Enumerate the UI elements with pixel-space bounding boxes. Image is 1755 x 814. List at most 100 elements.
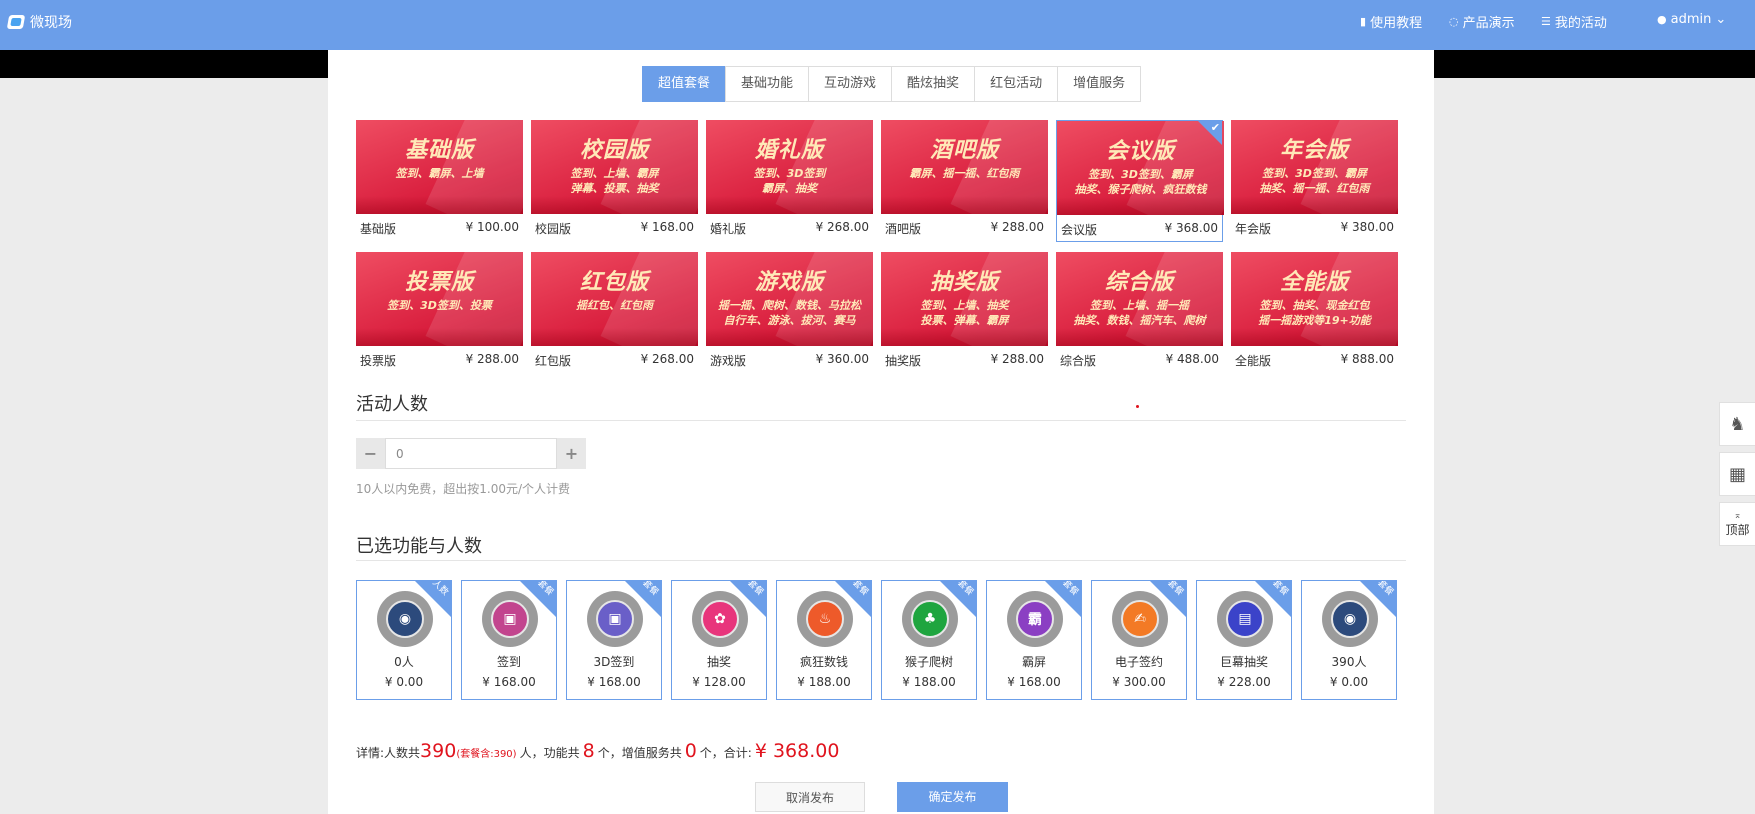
package-banner-subtitle: 霸屏、摇一摇、红包雨 [909, 167, 1020, 180]
feature-price: ¥ 168.00 [1007, 675, 1061, 689]
selected-feature-card[interactable]: 套餐 ▣ 3D签到 ¥ 168.00 [566, 580, 662, 700]
package-banner: 综合版 签到、上墙、摇一摇 抽奖、数钱、摇汽车、爬树 [1056, 252, 1223, 346]
package-name: 投票版 [360, 354, 397, 368]
package-card[interactable]: 游戏版 摇一摇、爬树、数钱、马拉松 自行车、游泳、拔河、赛马 游戏版 ¥ 360.00 [706, 252, 873, 374]
package-card[interactable]: 红包版 摇红包、红包雨 红包版 ¥ 268.00 [531, 252, 698, 374]
package-card[interactable]: 会议版 签到、3D签到、霸屏 抽奖、猴子爬树、疯狂数钱 会议版 ¥ 368.00 ✔ [1056, 120, 1224, 242]
feature-icon-glyph: ♨ [806, 600, 844, 638]
nav-my-activities-label: 我的活动 [1554, 16, 1607, 31]
package-card[interactable]: 年会版 签到、3D签到、霸屏 抽奖、摇一摇、红包雨 年会版 ¥ 380.00 [1231, 120, 1398, 242]
selected-feature-card[interactable]: 套餐 ◉ 390人 ¥ 0.00 [1301, 580, 1397, 700]
brand-name: 微现场 [30, 15, 72, 31]
package-banner-title: 综合版 [1104, 270, 1174, 295]
feature-price: ¥ 0.00 [384, 675, 424, 689]
selected-feature-card[interactable]: 套餐 ▤ 巨幕抽奖 ¥ 228.00 [1196, 580, 1292, 700]
summary-prefix: 详情:人数共 [356, 746, 421, 760]
selected-feature-card[interactable]: 套餐霸霸屏 ¥ 168.00 [986, 580, 1082, 700]
package-price: ¥ 168.00 [640, 220, 694, 234]
back-to-top-button[interactable]: ⌅ 顶部 [1719, 502, 1755, 546]
feature-icon-glyph: ♣ [911, 600, 949, 638]
tab-2[interactable]: 互动游戏 [808, 66, 893, 102]
package-banner: 抽奖版 签到、上墙、抽奖 投票、弹幕、霸屏 [881, 252, 1048, 346]
package-card[interactable]: 综合版 签到、上墙、摇一摇 抽奖、数钱、摇汽车、爬树 综合版 ¥ 488.00 [1056, 252, 1223, 374]
selected-feature-card[interactable]: 套餐 ✿ 抽奖 ¥ 128.00 [671, 580, 767, 700]
package-price: ¥ 488.00 [1165, 352, 1219, 366]
qq-contact-button[interactable]: ♞ [1719, 402, 1755, 446]
package-price: ¥ 888.00 [1340, 352, 1394, 366]
list-icon: ☰ [1541, 15, 1551, 28]
feature-name: 0人 [394, 655, 414, 669]
package-name: 基础版 [360, 222, 397, 236]
person-icon: ◉ [1322, 591, 1378, 647]
book-icon: ▮ [1360, 15, 1367, 28]
backdrop-strip-right [1434, 50, 1755, 78]
selected-feature-card[interactable]: 套餐 ♣ 猴子爬树 ¥ 188.00 [881, 580, 977, 700]
feature-icon-glyph: ▣ [491, 600, 529, 638]
package-card[interactable]: 婚礼版 签到、3D签到 霸屏、抽奖 婚礼版 ¥ 268.00 [706, 120, 873, 242]
package-banner-title: 酒吧版 [929, 138, 999, 163]
summary-after-services: 个，合计: [699, 746, 752, 760]
summary-service-count: 0 [684, 740, 697, 762]
nav-tutorial[interactable]: ▮ 使用教程 [1360, 12, 1422, 31]
package-card[interactable]: 基础版 签到、霸屏、上墙 基础版 ¥ 100.00 [356, 120, 523, 242]
selected-feature-card[interactable]: 套餐 ▣ 签到 ¥ 168.00 [461, 580, 557, 700]
increment-button[interactable]: + [557, 438, 586, 469]
contract-icon: ✍ [1112, 591, 1168, 647]
pricing-hint: 10人以内免费，超出按1.00元/个人计费 [356, 482, 571, 496]
feature-price: ¥ 168.00 [482, 675, 536, 689]
feature-price: ¥ 168.00 [587, 675, 641, 689]
summary-after-features: 个，增值服务共 [597, 746, 682, 760]
feature-name: 3D签到 [593, 655, 635, 669]
tab-3[interactable]: 酷炫抽奖 [891, 66, 976, 102]
top-bar: 微现场 ▮ 使用教程 ◌ 产品演示 ☰ 我的活动 ● admin ⌄ [0, 0, 1755, 50]
lottery-icon: ✿ [692, 591, 748, 647]
quantity-stepper: − + [356, 438, 586, 469]
tab-4[interactable]: 红包活动 [974, 66, 1059, 102]
selected-feature-card[interactable]: 套餐 ✍ 电子签约 ¥ 300.00 [1091, 580, 1187, 700]
participants-title: 活动人数 [356, 394, 428, 415]
nav-demo-label: 产品演示 [1462, 16, 1515, 31]
package-card[interactable]: 校园版 签到、上墙、霸屏 弹幕、投票、抽奖 校园版 ¥ 168.00 [531, 120, 698, 242]
person-icon: ◉ [377, 591, 433, 647]
red-dot [1136, 405, 1139, 408]
nav-tutorial-label: 使用教程 [1370, 16, 1423, 31]
money-icon: ♨ [797, 591, 853, 647]
qr-code-button[interactable]: ▦ [1719, 452, 1755, 496]
feature-name: 疯狂数钱 [799, 655, 848, 669]
checkin-icon: ▣ [482, 591, 538, 647]
package-card[interactable]: 酒吧版 霸屏、摇一摇、红包雨 酒吧版 ¥ 288.00 [881, 120, 1048, 242]
big-screen-icon: ▤ [1217, 591, 1273, 647]
nav-my-activities[interactable]: ☰ 我的活动 [1541, 12, 1607, 31]
package-banner-subtitle: 签到、3D签到 霸屏、抽奖 [753, 167, 826, 195]
brand-logo[interactable]: 微现场 [6, 12, 72, 32]
tab-5[interactable]: 增值服务 [1057, 66, 1142, 102]
package-card[interactable]: 全能版 签到、抽奖、现金红包 摇一摇游戏等19+功能 全能版 ¥ 888.00 [1231, 252, 1398, 374]
package-banner-title: 游戏版 [754, 270, 824, 295]
user-menu[interactable]: ● admin ⌄ [1657, 12, 1726, 27]
package-price: ¥ 288.00 [465, 352, 519, 366]
participants-input[interactable] [385, 438, 557, 469]
feature-price: ¥ 300.00 [1112, 675, 1166, 689]
tab-1[interactable]: 基础功能 [725, 66, 810, 102]
tab-0[interactable]: 超值套餐 [642, 66, 727, 102]
package-price: ¥ 288.00 [990, 352, 1044, 366]
nav-demo[interactable]: ◌ 产品演示 [1449, 12, 1515, 31]
package-card[interactable]: 投票版 签到、3D签到、投票 投票版 ¥ 288.00 [356, 252, 523, 374]
selected-feature-card[interactable]: 套餐 ♨ 疯狂数钱 ¥ 188.00 [776, 580, 872, 700]
confirm-publish-button[interactable]: 确定发布 [897, 782, 1008, 812]
decrement-button[interactable]: − [356, 438, 385, 469]
package-banner-title: 校园版 [579, 138, 649, 163]
package-name: 红包版 [535, 354, 572, 368]
package-price: ¥ 268.00 [815, 220, 869, 234]
feature-icon-glyph: ◉ [1331, 600, 1369, 638]
qr-code-icon: ▦ [1728, 463, 1746, 485]
feature-icon-glyph: ◉ [386, 600, 424, 638]
cancel-button[interactable]: 取消发布 [755, 782, 865, 812]
package-banner-subtitle: 签到、霸屏、上墙 [395, 167, 484, 180]
package-card[interactable]: 抽奖版 签到、上墙、抽奖 投票、弹幕、霸屏 抽奖版 ¥ 288.00 [881, 252, 1048, 374]
package-banner-subtitle: 签到、3D签到、霸屏 抽奖、猴子爬树、疯狂数钱 [1074, 168, 1207, 196]
selected-feature-card[interactable]: 人数 ◉ 0人 ¥ 0.00 [356, 580, 452, 700]
package-name: 酒吧版 [885, 222, 922, 236]
package-banner-subtitle: 签到、上墙、抽奖 投票、弹幕、霸屏 [920, 299, 1009, 327]
feature-price: ¥ 188.00 [902, 675, 956, 689]
